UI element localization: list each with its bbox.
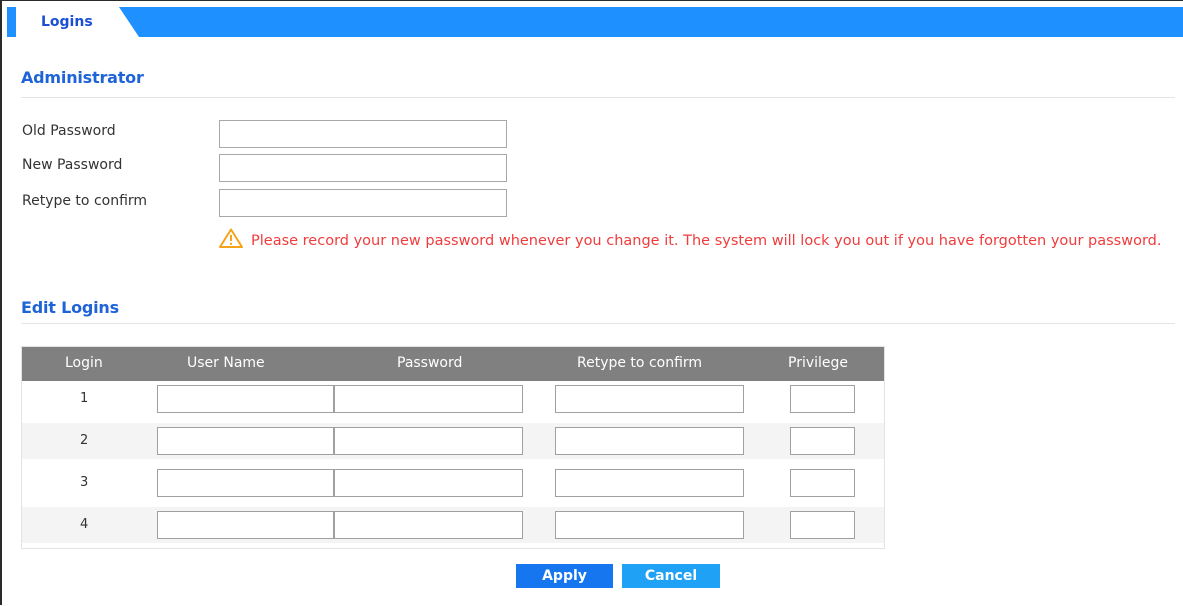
login-number: 3: [80, 475, 89, 490]
retype-password-field[interactable]: [219, 189, 507, 217]
apply-button[interactable]: Apply: [516, 564, 613, 588]
retype-password-input[interactable]: [555, 511, 744, 539]
cancel-button[interactable]: Cancel: [622, 564, 720, 588]
user-name-input[interactable]: [157, 469, 334, 497]
tab-bar: [7, 7, 1183, 37]
old-password-label: Old Password: [22, 123, 116, 139]
old-password-field[interactable]: [219, 120, 507, 148]
new-password-label: New Password: [22, 157, 123, 173]
user-name-input[interactable]: [157, 427, 334, 455]
tab-logins[interactable]: Logins: [7, 7, 139, 37]
retype-password-label: Retype to confirm: [22, 193, 148, 209]
table-row: 2: [22, 423, 884, 459]
login-number: 2: [80, 433, 89, 448]
warning-triangle-icon: [219, 228, 243, 248]
column-header-login: Login: [65, 355, 103, 371]
privilege-input[interactable]: [790, 511, 855, 539]
password-input[interactable]: [334, 385, 523, 413]
logins-table-header: Login User Name Password Retype to confi…: [22, 347, 884, 381]
table-row: 1: [22, 381, 884, 417]
password-input[interactable]: [334, 469, 523, 497]
retype-password-input[interactable]: [555, 427, 744, 455]
new-password-field[interactable]: [219, 154, 507, 182]
table-row: 3: [22, 465, 884, 501]
user-name-input[interactable]: [157, 511, 334, 539]
column-header-privilege: Privilege: [788, 355, 849, 371]
login-number: 1: [80, 391, 89, 406]
edit-logins-divider: [21, 323, 1175, 324]
column-header-retype: Retype to confirm: [577, 355, 703, 371]
column-header-user-name: User Name: [187, 355, 265, 371]
logins-table: Login User Name Password Retype to confi…: [21, 346, 885, 549]
retype-password-input[interactable]: [555, 469, 744, 497]
table-row: 4: [22, 507, 884, 543]
password-input[interactable]: [334, 427, 523, 455]
password-warning: Please record your new password whenever…: [219, 228, 1174, 253]
user-name-input[interactable]: [157, 385, 334, 413]
column-header-password: Password: [397, 355, 463, 371]
edit-logins-title: Edit Logins: [21, 298, 119, 317]
privilege-input[interactable]: [790, 469, 855, 497]
administrator-divider: [21, 97, 1175, 98]
tab-logins-label: Logins: [41, 14, 93, 30]
password-input[interactable]: [334, 511, 523, 539]
privilege-input[interactable]: [790, 385, 855, 413]
password-warning-text: Please record your new password whenever…: [251, 233, 1162, 249]
administrator-title: Administrator: [21, 68, 144, 87]
retype-password-input[interactable]: [555, 385, 744, 413]
login-number: 4: [80, 517, 89, 532]
privilege-input[interactable]: [790, 427, 855, 455]
